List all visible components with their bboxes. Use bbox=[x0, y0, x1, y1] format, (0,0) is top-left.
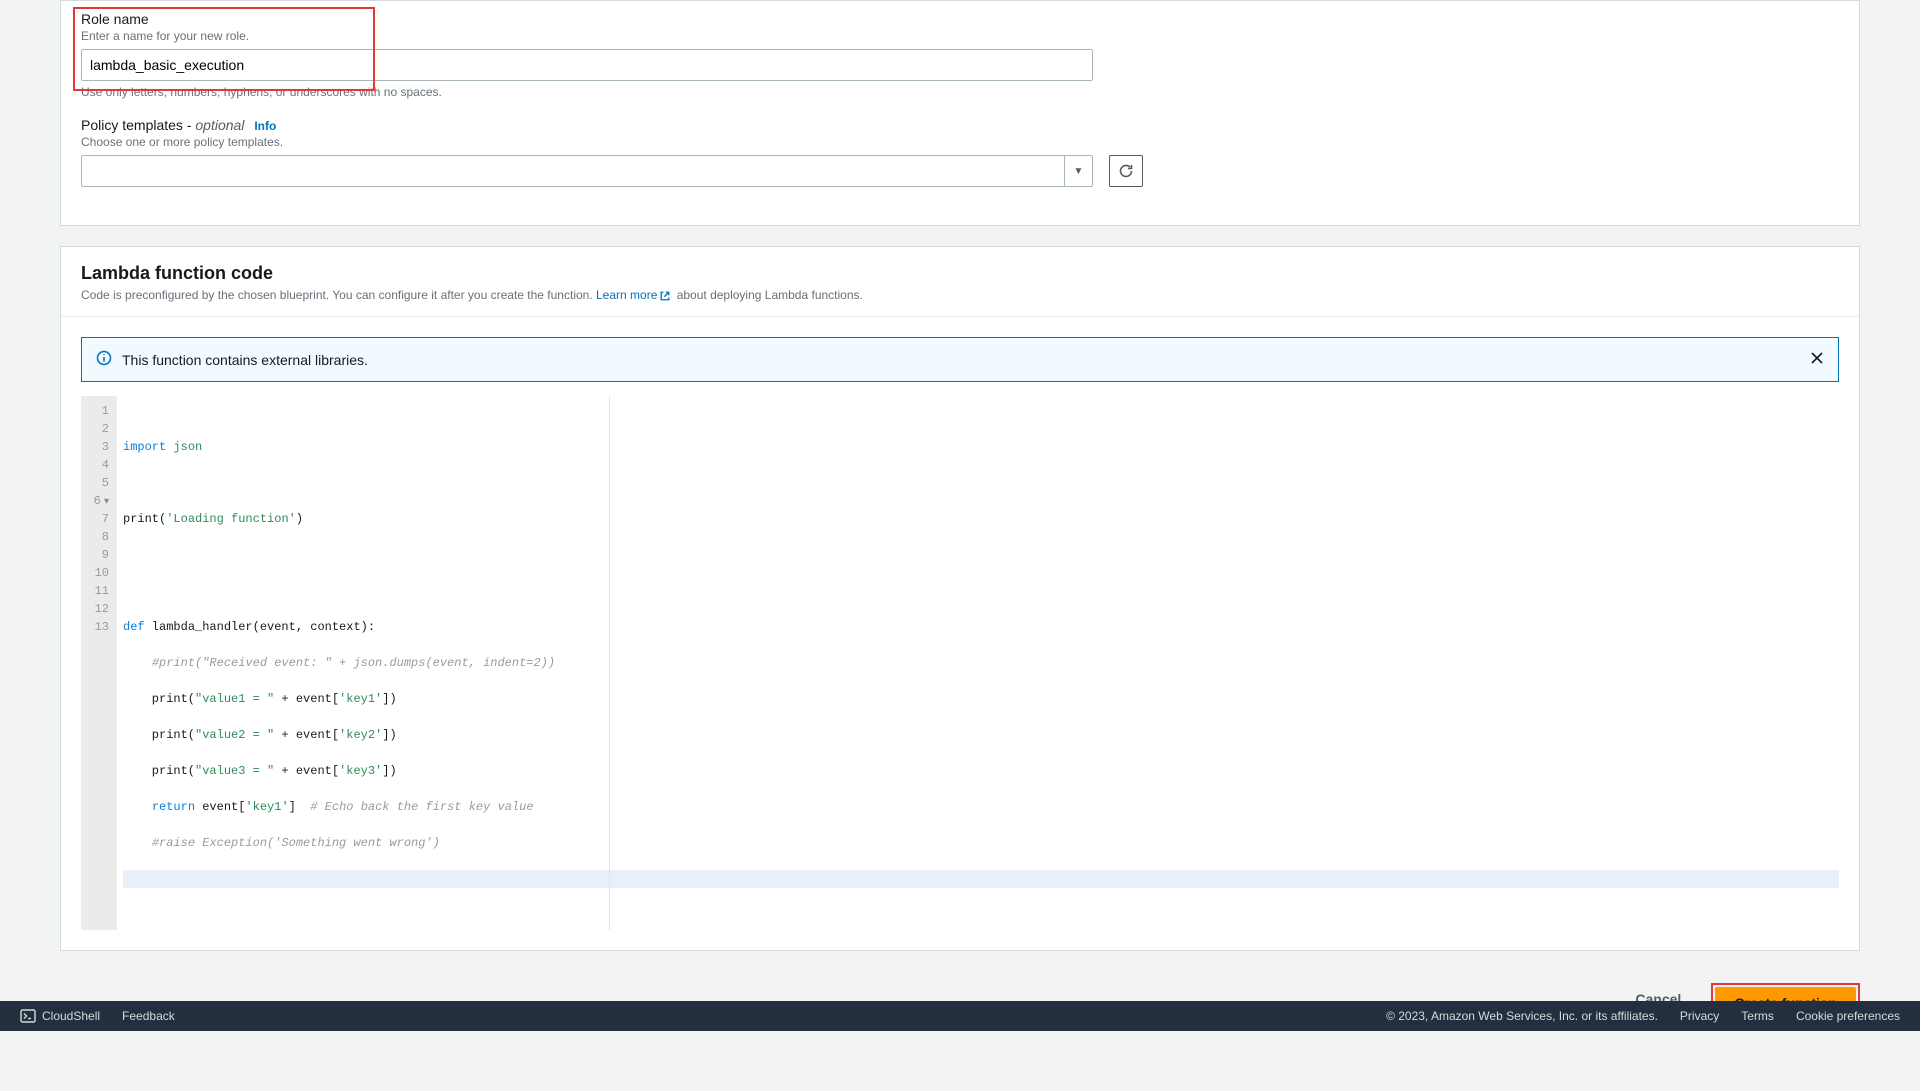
role-name-hint: Enter a name for your new role. bbox=[81, 29, 1839, 43]
code-editor[interactable]: 1 2 3 4 5 6 ▾ 7 8 9 10 11 12 13 import j… bbox=[81, 396, 1839, 930]
policy-info-link[interactable]: Info bbox=[254, 119, 276, 133]
close-icon bbox=[1810, 351, 1824, 365]
role-name-input[interactable] bbox=[81, 49, 1093, 81]
refresh-button[interactable] bbox=[1109, 155, 1143, 187]
learn-more-link[interactable]: Learn more bbox=[596, 288, 657, 302]
role-name-label: Role name bbox=[81, 11, 149, 27]
info-alert: This function contains external librarie… bbox=[81, 337, 1839, 382]
cloudshell-icon bbox=[20, 1009, 36, 1023]
role-name-field: Role name Enter a name for your new role… bbox=[81, 11, 1839, 99]
external-link-icon bbox=[659, 290, 671, 302]
feedback-link[interactable]: Feedback bbox=[122, 1009, 175, 1023]
role-name-helper: Use only letters, numbers, hyphens, or u… bbox=[81, 85, 1839, 99]
alert-close-button[interactable] bbox=[1810, 351, 1824, 368]
policy-optional: optional bbox=[195, 117, 244, 133]
terms-link[interactable]: Terms bbox=[1741, 1009, 1774, 1023]
footer: CloudShell Feedback © 2023, Amazon Web S… bbox=[0, 1001, 1920, 1031]
chevron-down-icon: ▼ bbox=[1064, 156, 1092, 186]
policy-hint: Choose one or more policy templates. bbox=[81, 135, 1839, 149]
refresh-icon bbox=[1118, 163, 1134, 179]
info-icon bbox=[96, 350, 112, 369]
code-content[interactable]: import json print('Loading function') de… bbox=[117, 396, 1839, 930]
code-panel-desc: Code is preconfigured by the chosen blue… bbox=[81, 288, 1839, 302]
policy-label: Policy templates - bbox=[81, 117, 195, 133]
line-gutter: 1 2 3 4 5 6 ▾ 7 8 9 10 11 12 13 bbox=[81, 396, 117, 930]
cookies-link[interactable]: Cookie preferences bbox=[1796, 1009, 1900, 1023]
policy-select[interactable]: ▼ bbox=[81, 155, 1093, 187]
privacy-link[interactable]: Privacy bbox=[1680, 1009, 1719, 1023]
cloudshell-button[interactable]: CloudShell bbox=[20, 1009, 100, 1023]
code-panel: Lambda function code Code is preconfigur… bbox=[60, 246, 1860, 951]
policy-templates-field: Policy templates - optional Info Choose … bbox=[81, 117, 1839, 187]
code-panel-title: Lambda function code bbox=[81, 263, 1839, 284]
alert-text: This function contains external librarie… bbox=[122, 352, 368, 368]
copyright-text: © 2023, Amazon Web Services, Inc. or its… bbox=[1386, 1009, 1658, 1023]
